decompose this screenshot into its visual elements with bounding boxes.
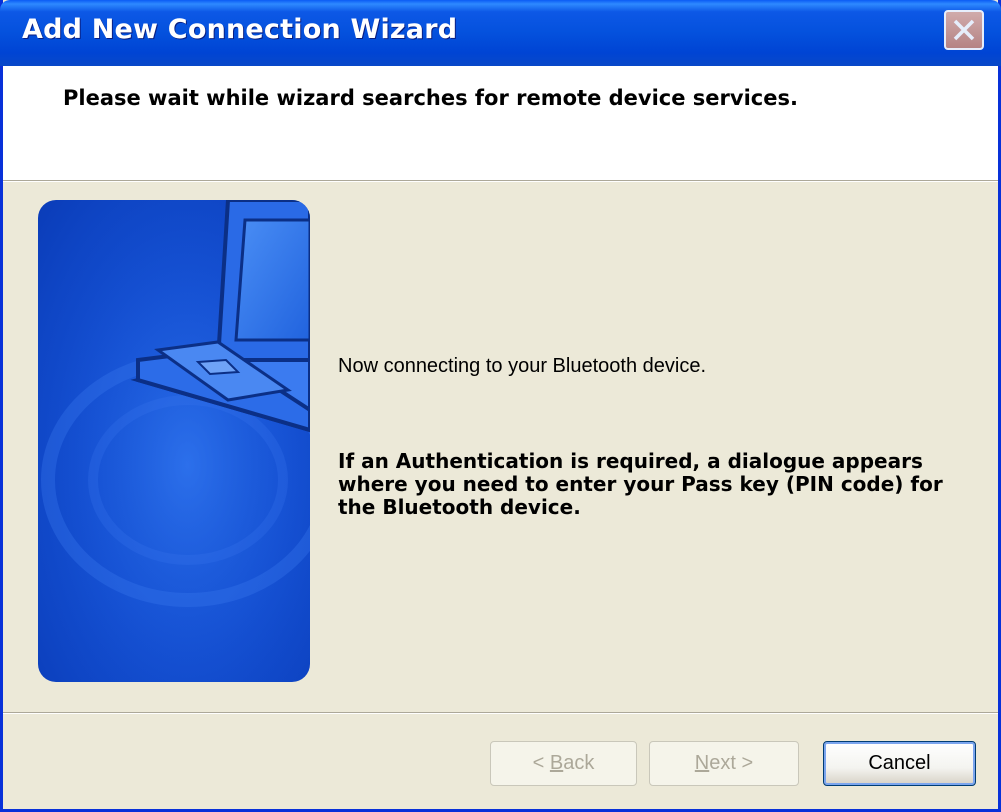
next-rest: ext (709, 752, 736, 774)
back-prefix: < (532, 752, 550, 774)
laptop-icon (38, 200, 310, 682)
header-separator (3, 181, 998, 182)
next-mnemonic: N (694, 752, 710, 774)
authentication-notice: If an Authentication is required, a dial… (338, 449, 943, 519)
title-bar[interactable]: Add New Connection Wizard (0, 0, 1001, 66)
cancel-label: Cancel (868, 752, 931, 774)
back-mnemonic: B (549, 752, 564, 774)
wizard-header: Please wait while wizard searches for re… (3, 66, 998, 181)
connection-status: Now connecting to your Bluetooth device. (338, 355, 706, 377)
close-icon (953, 19, 975, 41)
laptop-illustration (38, 200, 310, 682)
wizard-window: Add New Connection Wizard Please wait wh… (0, 0, 1001, 812)
close-button[interactable] (944, 10, 984, 50)
window-title: Add New Connection Wizard (22, 14, 458, 45)
content-area: Now connecting to your Bluetooth device.… (338, 355, 978, 519)
cancel-button[interactable]: Cancel (823, 741, 976, 786)
next-button[interactable]: Next > (649, 741, 799, 786)
back-button[interactable]: < Back (490, 741, 637, 786)
next-suffix: > (735, 752, 754, 774)
wizard-heading: Please wait while wizard searches for re… (63, 86, 798, 110)
footer-divider-highlight (3, 713, 998, 714)
back-rest: ack (563, 752, 595, 774)
